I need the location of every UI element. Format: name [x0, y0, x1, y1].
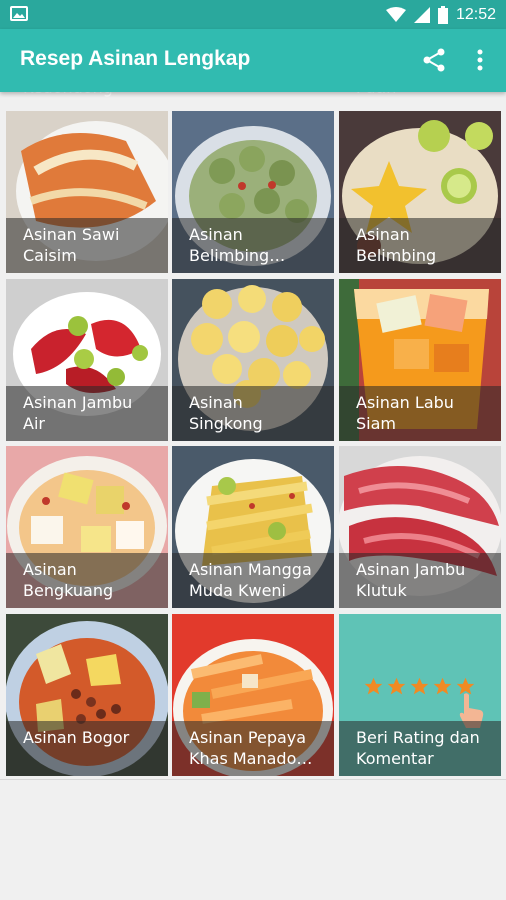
- star-icon: [364, 677, 383, 695]
- app-title: Resep Asinan Lengkap: [20, 47, 251, 70]
- recipe-label: Asinan Jambu Air: [23, 393, 133, 433]
- recipe-tile[interactable]: Asinan Bogor: [6, 614, 168, 776]
- share-icon[interactable]: [420, 46, 448, 74]
- wifi-icon: [385, 7, 406, 22]
- recipe-label: Asinan Pepaya Khas Manado…: [189, 728, 313, 768]
- recipe-tile[interactable]: Asinan Pepaya Khas Manado…: [172, 614, 334, 776]
- recipe-tile[interactable]: Asinan Jambu Air: [6, 279, 168, 441]
- recipe-tile[interactable]: Asinan Mangga Muda Kweni: [172, 446, 334, 608]
- recipe-tile[interactable]: Asinan Sawi Caisim: [6, 111, 168, 273]
- recipe-tile[interactable]: Asinan Singkong: [172, 279, 334, 441]
- list-bottom-divider: [0, 779, 506, 780]
- recipe-label: Asinan Sawi Caisim: [23, 225, 120, 265]
- star-icon: [433, 677, 452, 695]
- recipe-label: Asinan Bogor: [23, 728, 130, 747]
- recipe-label: Asinan Labu Siam: [356, 393, 454, 433]
- recipe-tile[interactable]: Asinan Belimbing…: [172, 111, 334, 273]
- recipe-tile[interactable]: Asinan Belimbing: [339, 111, 501, 273]
- battery-icon: [437, 6, 448, 24]
- recipe-tile[interactable]: Asinan Bengkuang: [6, 446, 168, 608]
- recipe-label: Asinan Belimbing…: [189, 225, 286, 265]
- recipe-label: Asinan Mangga Muda Kweni: [189, 560, 312, 600]
- status-bar: 12:52: [0, 0, 506, 29]
- app-bar: Resep Asinan Lengkap: [0, 29, 506, 92]
- clock: 12:52: [455, 6, 496, 23]
- recipe-label: Asinan Belimbing: [356, 225, 437, 265]
- recipe-tile[interactable]: Asinan Jambu Klutuk: [339, 446, 501, 608]
- status-icons: 12:52: [385, 4, 496, 26]
- recipe-tile[interactable]: Asinan Labu Siam: [339, 279, 501, 441]
- recipe-label: Asinan Bengkuang: [23, 560, 114, 600]
- rating-tile[interactable]: Beri Rating dan Komentar: [339, 614, 501, 776]
- recipe-label: Asinan Jambu Klutuk: [356, 560, 466, 600]
- image-notification-icon: [10, 6, 28, 21]
- recipe-label: Asinan Singkong: [189, 393, 263, 433]
- rating-label: Beri Rating dan Komentar: [356, 728, 480, 768]
- signal-icon: [413, 7, 430, 23]
- star-icon: [387, 677, 406, 695]
- more-options-icon[interactable]: [468, 46, 492, 74]
- star-icon: [410, 677, 429, 695]
